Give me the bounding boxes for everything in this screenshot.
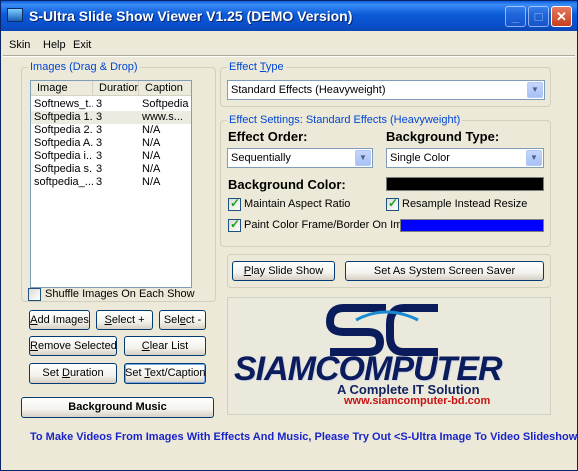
cell-duration: 3 (96, 150, 103, 162)
menu-exit[interactable]: Exit (73, 39, 91, 51)
cell-image: Softpedia i... (34, 150, 93, 162)
background-color-swatch[interactable] (386, 177, 544, 191)
select-minus-button[interactable]: Select - (159, 310, 206, 330)
list-item[interactable]: Softpedia 2... 3 N/A (31, 124, 191, 137)
cell-duration: 3 (96, 111, 103, 123)
column-caption[interactable]: Caption (139, 81, 191, 96)
menu-skin[interactable]: Skin (9, 39, 30, 51)
frame-color-swatch[interactable] (400, 219, 544, 232)
siam-computer-logo: SIAMCOMPUTER A Complete IT Solution www.… (227, 297, 551, 415)
clear-list-button[interactable]: Clear List (124, 336, 206, 356)
cell-image: Softnews_t... (34, 98, 93, 110)
effect-type-dropdown[interactable]: Standard Effects (Heavyweight) ▼ (227, 80, 545, 100)
set-text-caption-button[interactable]: Set Text/Caption (124, 363, 206, 384)
images-list[interactable]: Image Duration Caption Softnews_t... 3 Sof… (30, 80, 192, 288)
cell-image: Softpedia 2... (34, 124, 93, 136)
chevron-down-icon[interactable]: ▼ (355, 150, 371, 166)
list-item[interactable]: Softnews_t... 3 Softpedia (31, 98, 191, 111)
column-image[interactable]: Image (31, 81, 93, 96)
cell-image: Softpedia s... (34, 163, 93, 175)
images-list-header: Image Duration Caption (31, 81, 191, 96)
cell-duration: 3 (96, 124, 103, 136)
cell-duration: 3 (96, 176, 103, 188)
menu-help[interactable]: Help (43, 39, 66, 51)
minimize-button[interactable]: _ (505, 6, 526, 27)
set-screensaver-button[interactable]: Set As System Screen Saver (345, 261, 544, 281)
close-button[interactable]: ✕ (551, 6, 572, 27)
list-item[interactable]: Softpedia 1... 3 www.s... (31, 111, 191, 124)
app-icon (7, 8, 23, 22)
paint-frame-checkbox[interactable] (228, 217, 241, 232)
resample-label: Resample Instead Resize (402, 198, 528, 210)
set-duration-button[interactable]: Set Duration (29, 363, 117, 384)
resample-checkbox[interactable] (386, 196, 399, 211)
shuffle-checkbox[interactable] (28, 288, 41, 301)
cell-duration: 3 (96, 163, 103, 175)
list-item[interactable]: Softpedia s... 3 N/A (31, 163, 191, 176)
effect-order-dropdown[interactable]: Sequentially ▼ (227, 148, 373, 168)
cell-caption: N/A (142, 176, 161, 188)
menu-separator (3, 55, 575, 57)
cell-caption: www.s... (142, 111, 183, 123)
title-bar[interactable]: S-Ultra Slide Show Viewer V1.25 (DEMO Ve… (1, 1, 577, 31)
images-group-title: Images (Drag & Drop) (28, 61, 140, 73)
cell-image: Softpedia 1... (34, 111, 93, 123)
background-type-dropdown[interactable]: Single Color ▼ (386, 148, 544, 168)
cell-image: Softpedia A... (34, 137, 93, 149)
promo-link[interactable]: To Make Videos From Images With Effects … (30, 431, 578, 443)
window-title: S-Ultra Slide Show Viewer V1.25 (DEMO Ve… (29, 8, 353, 24)
logo-url: www.siamcomputer-bd.com (344, 395, 491, 407)
cell-duration: 3 (96, 137, 103, 149)
background-type-label: Background Type: (386, 129, 500, 144)
play-slide-show-button[interactable]: Play Slide Show (232, 261, 335, 281)
cell-caption: N/A (142, 124, 161, 136)
effect-settings-title: Effect Settings: Standard Effects (Heavy… (227, 114, 463, 126)
add-images-button[interactable]: Add Images (29, 310, 90, 330)
app-window: S-Ultra Slide Show Viewer V1.25 (DEMO Ve… (0, 0, 578, 471)
cell-caption: N/A (142, 150, 161, 162)
cell-caption: Softpedia (142, 98, 189, 110)
background-type-value: Single Color (390, 152, 450, 164)
cell-image: softpedia_... (34, 176, 93, 188)
menu-bar: Skin Help Exit (1, 33, 577, 55)
list-item[interactable]: softpedia_... 3 N/A (31, 176, 191, 189)
effect-type-title: Effect Type (227, 61, 286, 73)
effect-type-group: Effect Type Standard Effects (Heavyweigh… (220, 61, 551, 107)
effect-type-value: Standard Effects (Heavyweight) (231, 84, 386, 96)
effect-order-label: Effect Order: (228, 129, 308, 144)
chevron-down-icon[interactable]: ▼ (526, 150, 542, 166)
background-color-label: Background Color: (228, 177, 346, 192)
cell-caption: N/A (142, 163, 161, 175)
remove-selected-button[interactable]: Remove Selected (29, 336, 117, 356)
list-item[interactable]: Softpedia A... 3 N/A (31, 137, 191, 150)
cell-duration: 3 (96, 98, 103, 110)
images-group: Images (Drag & Drop) Image Duration Capt… (21, 61, 216, 302)
cell-caption: N/A (142, 137, 161, 149)
list-item[interactable]: Softpedia i... 3 N/A (31, 150, 191, 163)
effect-order-value: Sequentially (231, 152, 291, 164)
paint-frame-label: Paint Color Frame/Border On Image: (244, 219, 424, 231)
maximize-button[interactable]: □ (528, 6, 549, 27)
maintain-aspect-checkbox[interactable] (228, 196, 241, 211)
background-music-button[interactable]: Background Music (21, 397, 214, 418)
select-plus-button[interactable]: Select + (96, 310, 153, 330)
column-duration[interactable]: Duration (93, 81, 139, 96)
maintain-aspect-label: Maintain Aspect Ratio (244, 198, 351, 210)
chevron-down-icon[interactable]: ▼ (527, 82, 543, 98)
shuffle-label: Shuffle Images On Each Show (45, 288, 195, 300)
